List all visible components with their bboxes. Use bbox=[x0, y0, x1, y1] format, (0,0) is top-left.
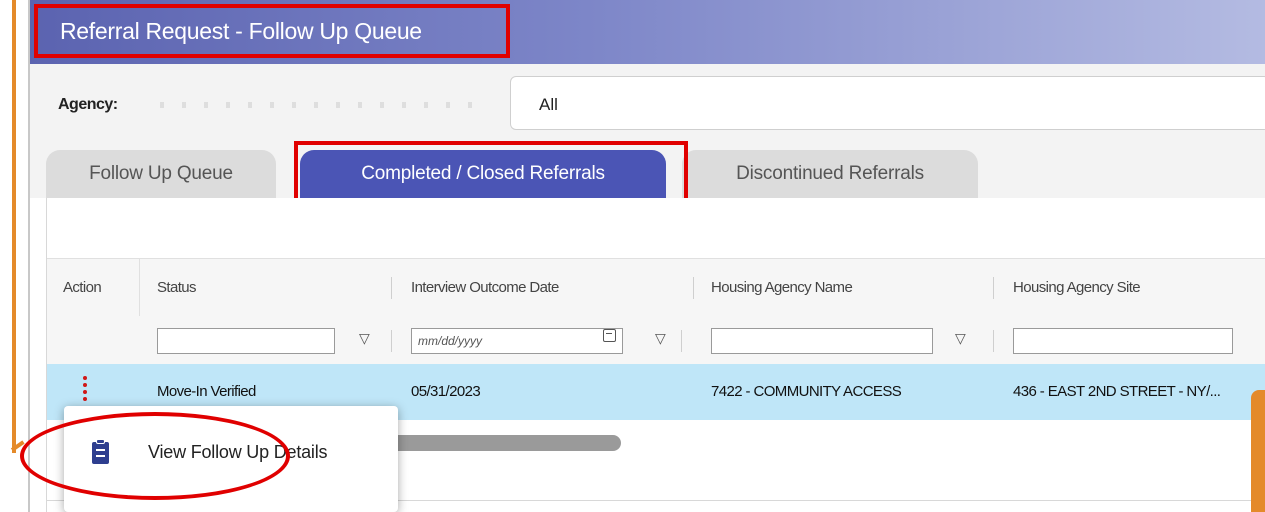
tab-follow-up-queue[interactable]: Follow Up Queue bbox=[46, 150, 276, 198]
column-header-housing-agency-name[interactable]: Housing Agency Name bbox=[711, 279, 853, 296]
filter-icon[interactable]: ▽ bbox=[655, 330, 666, 347]
filter-icon[interactable]: ▽ bbox=[955, 330, 966, 347]
interview-outcome-date-cell: 05/31/2023 bbox=[411, 383, 481, 400]
tab-highlight-box bbox=[294, 141, 688, 203]
agency-name-filter-input[interactable] bbox=[711, 328, 933, 354]
title-highlight-box bbox=[34, 4, 510, 58]
agency-select-value: All bbox=[539, 95, 558, 114]
column-divider bbox=[993, 330, 994, 352]
action-menu-icon[interactable] bbox=[83, 374, 87, 410]
agency-label: Agency: bbox=[58, 96, 118, 113]
table-header-row: Action Status Interview Outcome Date Hou… bbox=[47, 258, 1265, 365]
tab-discontinued-referrals[interactable]: Discontinued Referrals bbox=[682, 150, 978, 198]
tab-label: Follow Up Queue bbox=[89, 163, 233, 184]
callout-line-right bbox=[1251, 390, 1265, 512]
calendar-icon[interactable] bbox=[603, 329, 616, 342]
column-divider bbox=[993, 277, 994, 299]
status-filter-input[interactable] bbox=[157, 328, 335, 354]
status-cell: Move-In Verified bbox=[157, 383, 256, 400]
screenshot-stage: Referral Request - Follow Up Queue Agenc… bbox=[0, 0, 1265, 512]
column-header-interview-outcome-date[interactable]: Interview Outcome Date bbox=[411, 279, 559, 296]
column-divider bbox=[681, 330, 682, 352]
agency-select[interactable]: All bbox=[510, 76, 1265, 130]
agency-site-filter-input[interactable] bbox=[1013, 328, 1233, 354]
housing-agency-site-cell: 436 - EAST 2ND STREET - NY/... bbox=[1013, 383, 1221, 400]
callout-line-left bbox=[12, 0, 16, 453]
column-divider bbox=[391, 277, 392, 299]
tab-label: Discontinued Referrals bbox=[736, 163, 924, 184]
menu-item-highlight-oval bbox=[20, 412, 290, 500]
column-divider bbox=[693, 277, 694, 299]
agency-row: Agency: All bbox=[30, 64, 1265, 146]
column-divider bbox=[391, 330, 392, 352]
housing-agency-name-cell: 7422 - COMMUNITY ACCESS bbox=[711, 383, 902, 400]
filter-icon[interactable]: ▽ bbox=[359, 330, 370, 347]
column-header-status[interactable]: Status bbox=[157, 279, 197, 296]
agency-redacted-text bbox=[160, 102, 490, 108]
column-header-action: Action bbox=[63, 279, 102, 296]
column-header-housing-agency-site[interactable]: Housing Agency Site bbox=[1013, 279, 1141, 296]
table-filter-row: ▽ mm/dd/yyyy ▽ ▽ bbox=[47, 316, 1265, 365]
date-filter-input[interactable]: mm/dd/yyyy bbox=[411, 328, 623, 354]
